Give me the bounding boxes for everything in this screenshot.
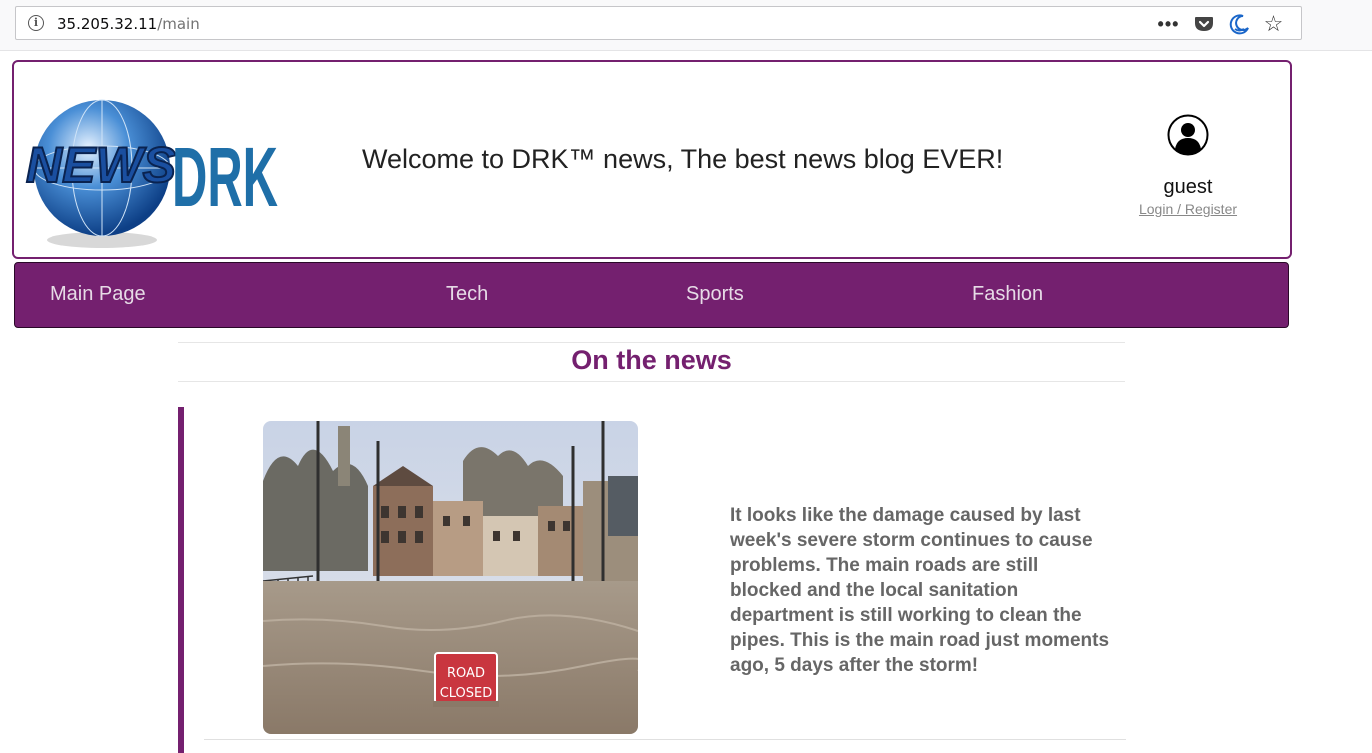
user-panel: guest Login / Register (1114, 114, 1262, 217)
sign-closed-text: CLOSED (440, 686, 493, 701)
logo-news-text: NEWS (26, 137, 176, 193)
flooded-street-photo: ROAD CLOSED (263, 421, 638, 734)
page-actions-menu-icon[interactable]: ••• (1151, 11, 1186, 37)
main-nav: Main Page Tech Sports Fashion (14, 262, 1289, 328)
sign-road-text: ROAD (447, 666, 485, 681)
address-bar-actions: ••• ☆ (1151, 11, 1291, 37)
article-image[interactable]: ROAD CLOSED (263, 421, 638, 734)
nav-item-sports[interactable]: Sports (686, 283, 744, 306)
star-icon[interactable]: ☆ (1256, 11, 1291, 37)
logo-drk-text: DRK (172, 130, 278, 224)
section-title-row: On the news (178, 342, 1125, 382)
nav-item-main-page[interactable]: Main Page (50, 283, 146, 306)
url-path: /main (157, 15, 200, 33)
url-text[interactable]: 35.205.32.11/main (57, 15, 200, 33)
site-header: NEWS DRK Welcome to DRK™ news, The best … (12, 60, 1292, 259)
user-avatar-icon[interactable] (1167, 114, 1209, 156)
news-drk-logo: NEWS DRK (25, 99, 278, 248)
browser-toolbar: i 35.205.32.11/main ••• ☆ (0, 0, 1372, 51)
url-host: 35.205.32.11 (57, 15, 158, 33)
address-bar[interactable]: i 35.205.32.11/main ••• ☆ (15, 6, 1302, 40)
pocket-icon[interactable] (1186, 11, 1221, 37)
nav-item-fashion[interactable]: Fashion (972, 283, 1043, 306)
login-register-link[interactable]: Login / Register (1114, 201, 1262, 217)
username: guest (1163, 176, 1213, 198)
welcome-message: Welcome to DRK™ news, The best news blog… (362, 144, 1004, 174)
info-icon[interactable]: i (28, 15, 44, 31)
section-title: On the news (571, 345, 732, 375)
article-divider (204, 739, 1126, 740)
screenshot-moon-icon[interactable] (1221, 11, 1256, 37)
article-summary: It looks like the damage caused by last … (730, 505, 1110, 676)
news-article: ROAD CLOSED It looks like the damage cau… (178, 407, 1126, 753)
nav-item-tech[interactable]: Tech (446, 283, 488, 306)
